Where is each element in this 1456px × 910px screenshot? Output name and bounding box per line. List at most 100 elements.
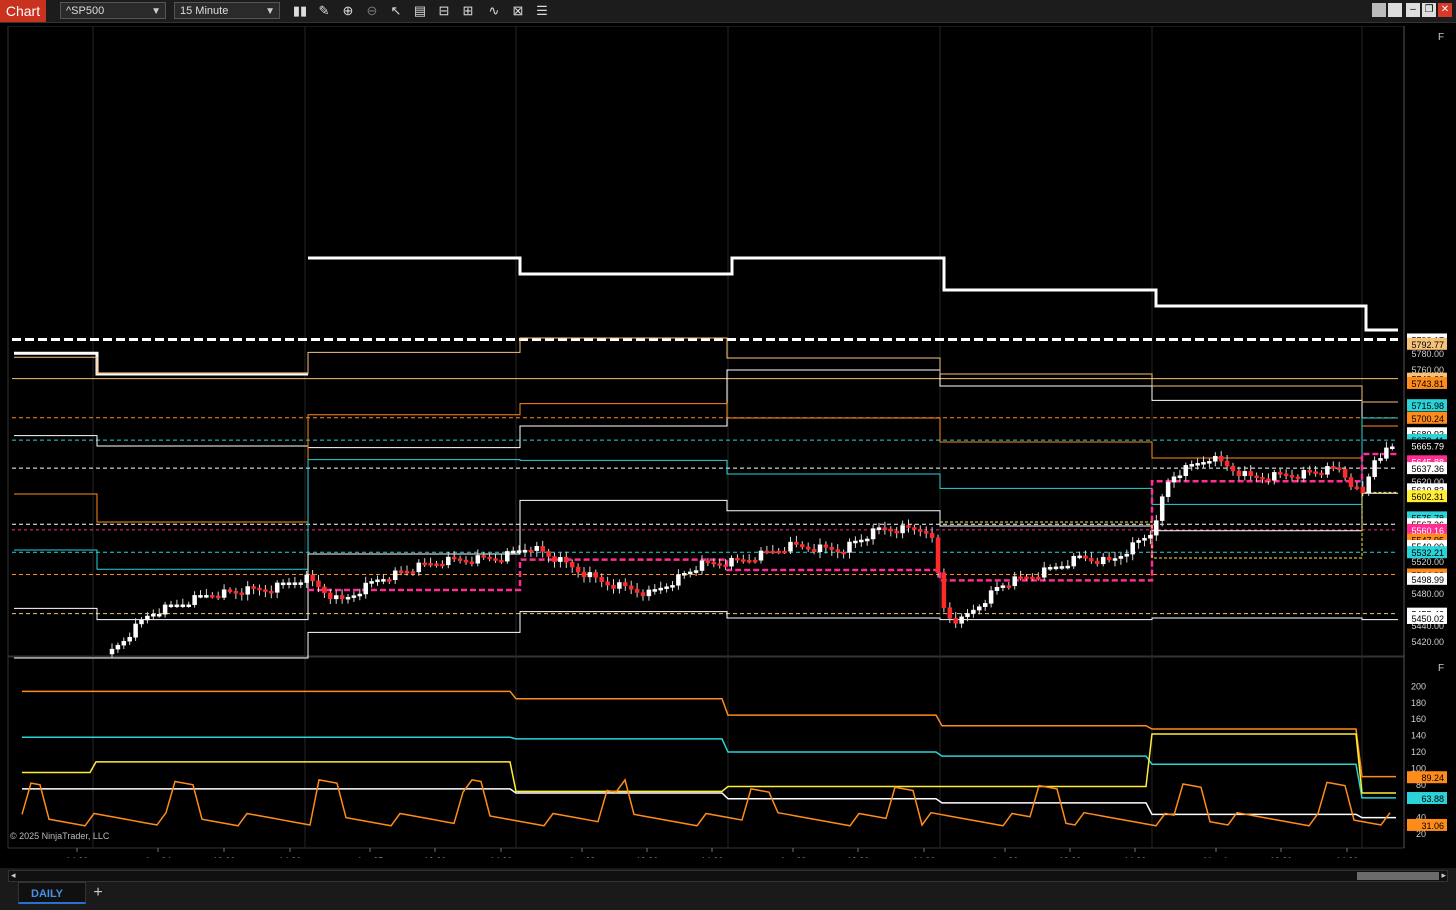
price-marker: 5665.79	[1411, 441, 1444, 451]
time-axis: 14:30 Apr 24 12:30 14:30 Apr 25 12:30 14:30 Apr…	[66, 848, 1358, 858]
indicator-marker: 31.06	[1421, 821, 1444, 831]
candle-body	[794, 541, 799, 545]
candle-body	[1230, 465, 1236, 472]
candle-body	[758, 550, 764, 561]
time-tick: Apr 29	[780, 856, 807, 858]
candle-body	[186, 604, 191, 608]
candle-body	[210, 595, 215, 598]
panel-button[interactable]: F	[1438, 32, 1444, 43]
indicator-tick: 200	[1411, 681, 1426, 691]
candle-body	[912, 527, 917, 530]
candle-body	[652, 589, 658, 592]
candle-body	[363, 582, 368, 595]
data-box-icon[interactable]: ⊠	[510, 3, 526, 19]
instrument-selector[interactable]: ^SP500 ▼	[60, 2, 166, 19]
candle-body	[906, 525, 911, 528]
candle-body	[233, 590, 239, 594]
candle-body	[457, 558, 463, 561]
candle-body	[558, 557, 563, 562]
candle-body	[723, 564, 728, 568]
tile-icon[interactable]	[1388, 3, 1402, 17]
instrument-value: ^SP500	[66, 5, 105, 17]
tile-icon[interactable]	[1372, 3, 1386, 17]
candle-body	[1006, 585, 1012, 588]
price-tick: 5420.00	[1411, 637, 1444, 647]
candle-body	[941, 572, 947, 608]
zoom-in-icon[interactable]: ⊕	[340, 3, 356, 19]
properties-icon[interactable]: ▤	[412, 3, 428, 19]
candle-body	[581, 571, 587, 578]
candle-body	[1342, 468, 1348, 478]
candle-body	[333, 595, 339, 600]
candle-body	[1148, 534, 1153, 539]
candle-body	[322, 586, 327, 594]
strategies-icon[interactable]: ⊞	[460, 3, 476, 19]
candle-body	[451, 556, 457, 560]
scroll-left-icon[interactable]: ◂	[11, 870, 16, 881]
candle-body	[121, 640, 127, 646]
candle-body	[1283, 473, 1289, 477]
time-tick: 14:30	[279, 856, 302, 858]
indicator-panel[interactable]	[7, 656, 1405, 849]
candle-body	[959, 616, 964, 624]
candle-body	[1331, 466, 1336, 469]
candle-body	[1041, 567, 1047, 578]
panel-button[interactable]: F	[1438, 663, 1444, 674]
candle-body	[286, 582, 292, 586]
zoom-out-icon[interactable]: ⊖	[364, 3, 380, 19]
restore-icon[interactable]: ❐	[1422, 3, 1436, 17]
candle-body	[398, 570, 404, 574]
candle-body	[564, 557, 569, 563]
time-tick: 12:30	[1270, 856, 1293, 858]
candle-body	[676, 574, 681, 586]
candle-body	[817, 544, 823, 552]
cursor-icon[interactable]: ↖	[388, 3, 404, 19]
candle-body	[1095, 560, 1100, 565]
price-marker: 5602.31	[1411, 492, 1444, 502]
candle-body	[1012, 576, 1017, 587]
candle-body	[977, 606, 982, 611]
candle-body	[864, 538, 870, 542]
candle-body	[1366, 476, 1371, 494]
candle-body	[670, 585, 675, 588]
candle-body	[1277, 472, 1283, 475]
candle-body	[546, 551, 551, 557]
candle-body	[304, 574, 309, 583]
candle-body	[1218, 456, 1224, 462]
candle-body	[1142, 537, 1147, 541]
candle-body	[617, 582, 622, 589]
close-icon[interactable]: ✕	[1438, 3, 1452, 17]
candle-body	[1260, 477, 1265, 480]
candle-body	[1295, 476, 1301, 480]
candle-body	[1077, 555, 1082, 559]
time-tick: May 1	[1204, 856, 1229, 858]
minimize-icon[interactable]: –	[1406, 3, 1420, 17]
indicators-icon[interactable]: ∿	[486, 3, 502, 19]
bars-type-icon[interactable]: ▮▮	[292, 3, 308, 19]
scroll-thumb[interactable]	[1357, 872, 1439, 880]
tab-daily[interactable]: DAILY	[18, 882, 86, 904]
list-icon[interactable]: ☰	[534, 3, 550, 19]
candle-body	[853, 540, 858, 544]
pencil-icon[interactable]: ✎	[316, 3, 332, 19]
candle-body	[540, 546, 545, 552]
scroll-right-icon[interactable]: ▸	[1441, 870, 1446, 881]
horizontal-scrollbar[interactable]: ◂ ▸	[8, 870, 1448, 882]
candle-body	[251, 586, 256, 589]
templates-icon[interactable]: ⊟	[436, 3, 452, 19]
candle-body	[782, 550, 787, 554]
add-tab-button[interactable]: +	[90, 882, 106, 904]
price-marker: 5743.81	[1411, 379, 1444, 389]
candle-body	[900, 525, 905, 534]
candle-body	[711, 561, 717, 565]
indicator-tick: 120	[1411, 747, 1426, 757]
candle-body	[1106, 556, 1112, 561]
candle-body	[982, 603, 988, 607]
chart-area[interactable]: 5780.005760.005620.005520.005480.005440.…	[0, 26, 1456, 858]
interval-selector[interactable]: 15 Minute ▼	[174, 2, 280, 19]
candle-body	[835, 549, 840, 553]
candle-body	[888, 528, 894, 532]
candle-body	[1059, 566, 1065, 569]
window-titlebar: Chart ^SP500 ▼ 15 Minute ▼ ▮▮ ✎ ⊕ ⊖ ↖ ▤ …	[0, 0, 1456, 23]
time-tick: 14:30	[66, 856, 89, 858]
